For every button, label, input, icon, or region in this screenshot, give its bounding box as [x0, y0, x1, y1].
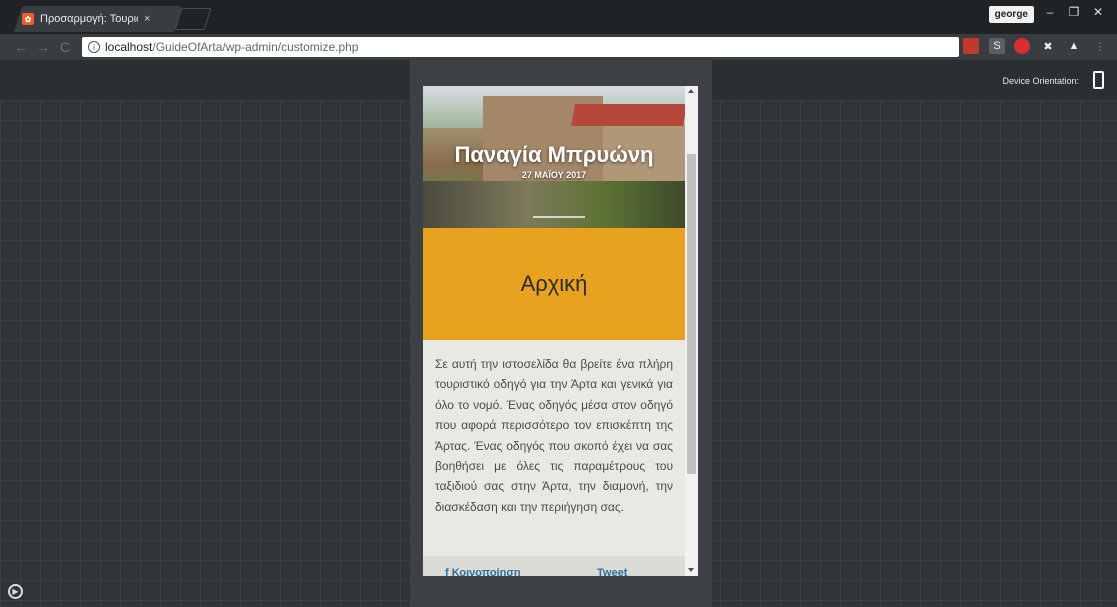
menu-icon[interactable]: ⋮	[1092, 38, 1108, 54]
bookmark-star-icon[interactable]: ☆	[938, 38, 954, 54]
scroll-thumb[interactable]	[687, 154, 696, 474]
tab-title: Προσαρμογή: Τουριστικ	[40, 13, 138, 25]
extension-red-icon[interactable]	[963, 38, 979, 54]
profile-user-button[interactable]: george	[988, 6, 1034, 23]
twitter-tweet-link[interactable]: Tweet	[597, 567, 627, 576]
hero-ground	[423, 181, 685, 228]
url-host: localhost	[105, 40, 153, 54]
restore-button[interactable]: ❐	[1063, 5, 1085, 19]
hero-roof	[571, 104, 685, 126]
browser-tab-content[interactable]: ✿ Προσαρμογή: Τουριστικ ×	[22, 6, 172, 32]
back-button[interactable]: ←	[14, 39, 28, 55]
reload-button[interactable]: C	[60, 39, 70, 55]
extension-adblock-icon[interactable]	[1014, 38, 1030, 54]
info-icon[interactable]: i	[88, 41, 100, 53]
hero-date: 27 ΜΑΪΟΥ 2017	[521, 170, 587, 180]
page-banner: Αρχική	[423, 228, 685, 340]
address-bar[interactable]: i localhost/GuideOfArta/wp-admin/customi…	[82, 37, 959, 57]
preview-scrollbar[interactable]	[685, 86, 698, 576]
scroll-up-icon[interactable]	[688, 89, 694, 93]
preview-viewport[interactable]: Παναγία Μπρυώνη 27 ΜΑΪΟΥ 2017 Αρχική Σε …	[423, 86, 685, 576]
scroll-down-icon[interactable]	[688, 568, 694, 572]
forward-button[interactable]: →	[36, 39, 50, 55]
url-path: /GuideOfArta/wp-admin/customize.php	[152, 40, 359, 54]
intro-paragraph: Σε αυτή την ιστοσελίδα θα βρείτε ένα πλή…	[435, 357, 673, 514]
collapse-sidebar-icon[interactable]: ▶	[8, 584, 23, 599]
extension-drive-icon[interactable]: ▲	[1066, 38, 1082, 54]
facebook-share-link[interactable]: f Κοινοποίηση	[445, 567, 521, 576]
xampp-favicon-icon: ✿	[22, 13, 34, 25]
page-title: Αρχική	[520, 271, 588, 296]
hero-title[interactable]: Παναγία Μπρυώνη	[423, 142, 685, 168]
hero-image[interactable]: Παναγία Μπρυώνη 27 ΜΑΪΟΥ 2017	[423, 86, 685, 228]
extension-tools-icon[interactable]: ✖	[1040, 38, 1056, 54]
close-window-button[interactable]: ✕	[1087, 5, 1109, 19]
device-orientation-label: Device Orientation:	[1002, 76, 1079, 86]
tab-close-icon[interactable]: ×	[144, 13, 150, 25]
phone-orientation-icon[interactable]	[1093, 71, 1104, 89]
slider-indicator[interactable]	[533, 216, 585, 218]
extension-s-icon[interactable]: S	[989, 38, 1005, 54]
share-bar: f Κοινοποίηση Tweet	[423, 556, 685, 576]
minimize-button[interactable]: –	[1039, 5, 1061, 19]
